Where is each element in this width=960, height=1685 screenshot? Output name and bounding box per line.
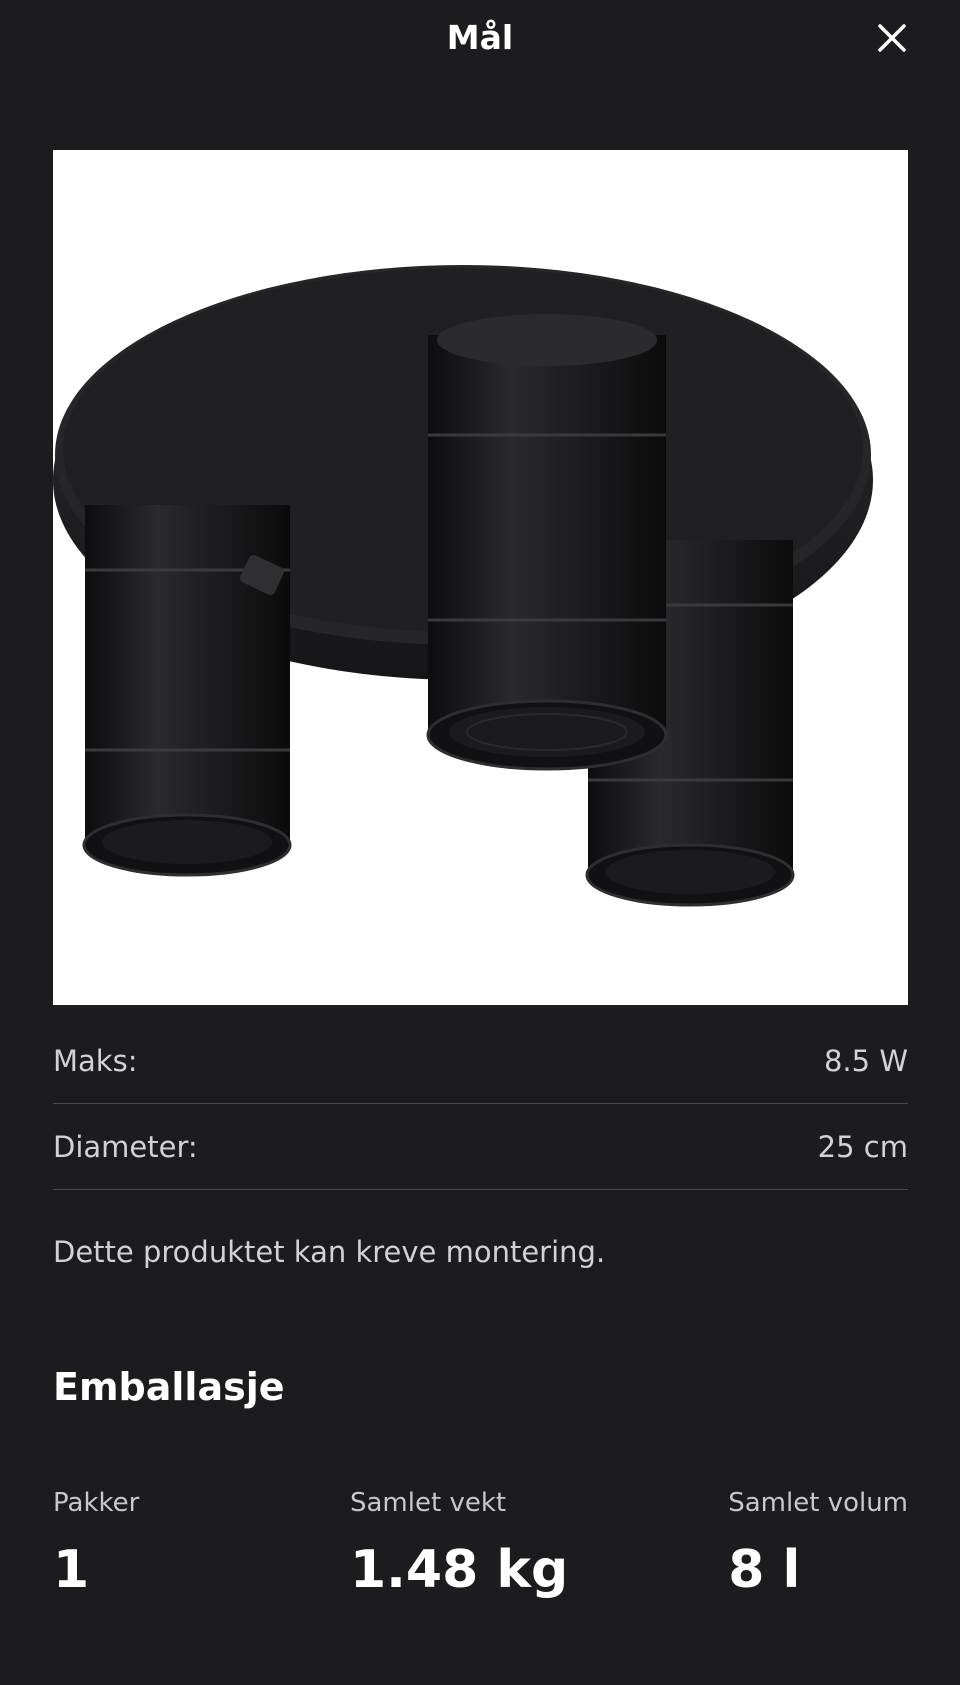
packages-label: Pakker — [53, 1488, 140, 1518]
total-volume: Samlet volum 8 l — [728, 1483, 908, 1605]
packages-count: Pakker 1 — [53, 1483, 139, 1605]
product-image — [53, 150, 908, 1005]
total-weight: Samlet vekt 1.48 kg — [350, 1483, 568, 1605]
spec-label: Diameter: — [53, 1129, 198, 1164]
spec-row-max: Maks: 8.5 W — [53, 1018, 908, 1104]
close-icon — [878, 24, 906, 52]
close-button[interactable] — [872, 18, 912, 58]
packaging-details: Pakker 1 Samlet vekt 1.48 kg Samlet volu… — [53, 1483, 908, 1613]
volume-value: 8 l — [728, 1540, 801, 1600]
spec-value: 8.5 W — [823, 1043, 908, 1078]
packages-value: 1 — [53, 1540, 90, 1600]
volume-label: Samlet volum — [728, 1488, 908, 1518]
modal-header: Mål — [0, 0, 960, 80]
weight-label: Samlet vekt — [350, 1488, 507, 1518]
weight-value: 1.48 kg — [350, 1540, 569, 1600]
modal-title: Mål — [446, 18, 514, 57]
spec-label: Maks: — [53, 1043, 138, 1078]
assembly-note: Dette produktet kan kreve montering. — [53, 1235, 606, 1269]
spec-value: 25 cm — [817, 1129, 908, 1164]
specs-list: Maks: 8.5 W Diameter: 25 cm — [53, 1018, 908, 1190]
packaging-title: Emballasje — [53, 1365, 285, 1409]
spec-row-diameter: Diameter: 25 cm — [53, 1104, 908, 1190]
